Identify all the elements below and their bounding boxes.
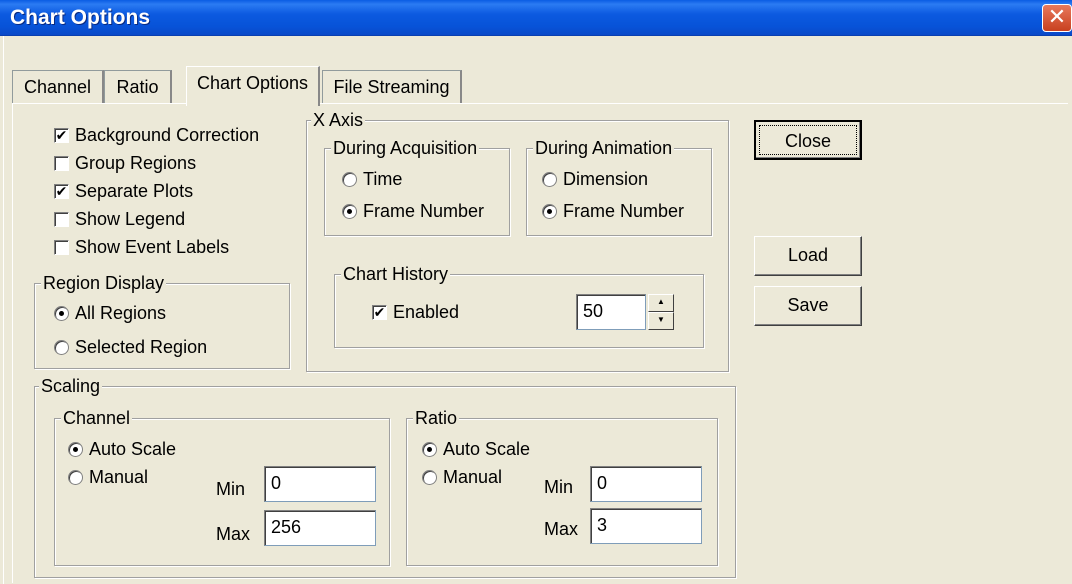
- selected-region-label: Selected Region: [75, 337, 208, 357]
- radio-selected-icon: [422, 441, 437, 457]
- background-correction-label: Background Correction: [75, 125, 260, 145]
- separate-plots-label: Separate Plots: [75, 181, 194, 201]
- during-animation-title: During Animation: [533, 137, 675, 159]
- animation-frame-number-label: Frame Number: [563, 201, 685, 221]
- channel-min-label: Min: [216, 479, 246, 499]
- chart-history-enabled-label: Enabled: [393, 302, 460, 322]
- spin-down-icon[interactable]: ▼: [648, 312, 674, 330]
- tab-chart-options[interactable]: Chart Options: [186, 66, 320, 106]
- ratio-min-label: Min: [544, 477, 574, 497]
- ratio-min-input[interactable]: 0: [590, 466, 702, 502]
- radio-selected-icon: [342, 203, 357, 219]
- acquisition-frame-number-label: Frame Number: [363, 201, 485, 221]
- ratio-auto-scale-label: Auto Scale: [443, 439, 531, 459]
- channel-auto-scale-radio[interactable]: Auto Scale: [68, 438, 176, 460]
- close-button[interactable]: Close: [754, 120, 862, 160]
- acquisition-time-label: Time: [363, 169, 403, 189]
- ratio-max-label: Max: [544, 519, 579, 539]
- animation-dimension-label: Dimension: [563, 169, 649, 189]
- channel-scaling-title: Channel: [61, 407, 133, 429]
- tab-ratio[interactable]: Ratio: [104, 70, 172, 104]
- radio-unselected-icon: [54, 339, 69, 355]
- scaling-title: Scaling: [39, 375, 103, 397]
- channel-max-label: Max: [216, 524, 251, 544]
- radio-unselected-icon: [542, 171, 557, 187]
- animation-frame-number-radio[interactable]: Frame Number: [542, 200, 684, 222]
- window-close-button[interactable]: ✕: [1042, 4, 1072, 32]
- show-legend-label: Show Legend: [75, 209, 186, 229]
- chart-history-enabled-checkbox[interactable]: ✔ Enabled: [372, 301, 459, 323]
- tab-channel[interactable]: Channel: [12, 70, 104, 104]
- ratio-scaling-title: Ratio: [413, 407, 460, 429]
- title-bar: Chart Options ✕: [0, 0, 1072, 36]
- radio-selected-icon: [68, 441, 83, 457]
- checkbox-checked-icon: ✔: [372, 303, 387, 320]
- radio-unselected-icon: [422, 469, 437, 485]
- channel-auto-scale-label: Auto Scale: [89, 439, 177, 459]
- separate-plots-checkbox[interactable]: ✔ Separate Plots: [54, 180, 193, 202]
- radio-unselected-icon: [68, 469, 83, 485]
- background-correction-checkbox[interactable]: ✔ Background Correction: [54, 124, 259, 146]
- checkbox-empty-icon: [54, 211, 69, 227]
- acquisition-frame-number-radio[interactable]: Frame Number: [342, 200, 484, 222]
- group-regions-label: Group Regions: [75, 153, 197, 173]
- x-axis-title: X Axis: [311, 109, 366, 131]
- radio-selected-icon: [542, 203, 557, 219]
- all-regions-label: All Regions: [75, 303, 167, 323]
- load-button[interactable]: Load: [754, 236, 862, 276]
- channel-manual-label: Manual: [89, 467, 149, 487]
- save-button[interactable]: Save: [754, 286, 862, 326]
- close-button-label: Close: [759, 125, 857, 155]
- animation-dimension-radio[interactable]: Dimension: [542, 168, 648, 190]
- radio-selected-icon: [54, 305, 69, 321]
- ratio-auto-scale-radio[interactable]: Auto Scale: [422, 438, 530, 460]
- checkbox-checked-icon: ✔: [54, 126, 69, 143]
- during-acquisition-title: During Acquisition: [331, 137, 480, 159]
- ratio-max-input[interactable]: 3: [590, 508, 702, 544]
- radio-unselected-icon: [342, 171, 357, 187]
- tab-file-streaming[interactable]: File Streaming: [322, 70, 462, 104]
- checkbox-checked-icon: ✔: [54, 182, 69, 199]
- selected-region-radio[interactable]: Selected Region: [54, 336, 207, 358]
- show-event-labels-label: Show Event Labels: [75, 237, 230, 257]
- ratio-manual-label: Manual: [443, 467, 503, 487]
- during-acquisition-group: During Acquisition: [324, 137, 510, 236]
- window-title: Chart Options: [10, 6, 150, 29]
- acquisition-time-radio[interactable]: Time: [342, 168, 402, 190]
- channel-manual-radio[interactable]: Manual: [68, 466, 148, 488]
- show-legend-checkbox[interactable]: Show Legend: [54, 208, 185, 230]
- show-event-labels-checkbox[interactable]: Show Event Labels: [54, 236, 229, 258]
- during-animation-group: During Animation: [526, 137, 712, 236]
- chart-history-title: Chart History: [341, 263, 451, 285]
- channel-min-input[interactable]: 0: [264, 466, 376, 502]
- group-regions-checkbox[interactable]: Group Regions: [54, 152, 196, 174]
- spin-up-icon[interactable]: ▲: [648, 294, 674, 312]
- ratio-manual-radio[interactable]: Manual: [422, 466, 502, 488]
- chart-history-value-input[interactable]: 50: [576, 294, 646, 330]
- channel-max-input[interactable]: 256: [264, 510, 376, 546]
- region-display-title: Region Display: [41, 272, 167, 294]
- checkbox-empty-icon: [54, 239, 69, 255]
- checkbox-empty-icon: [54, 155, 69, 171]
- chart-history-spinner[interactable]: ▲ ▼: [648, 294, 674, 330]
- all-regions-radio[interactable]: All Regions: [54, 302, 166, 324]
